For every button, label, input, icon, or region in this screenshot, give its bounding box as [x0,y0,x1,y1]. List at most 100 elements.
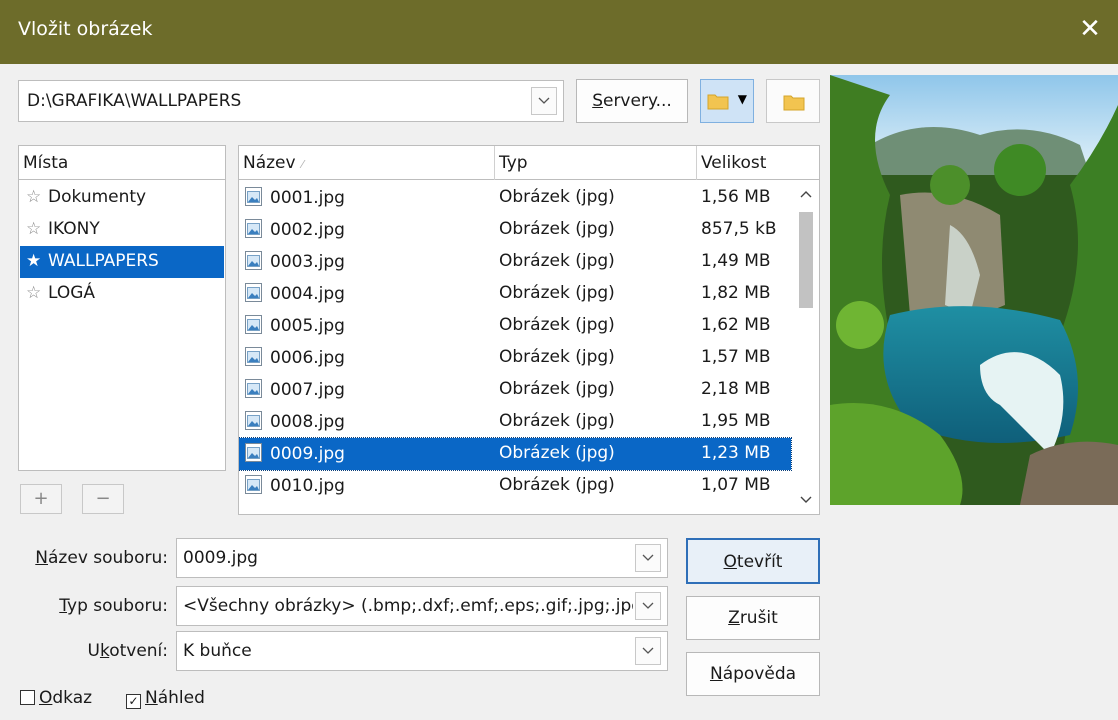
image-file-icon [245,219,262,238]
checkbox-checked-icon[interactable]: ✓ [126,694,141,709]
file-row[interactable]: 0008.jpg Obrázek (jpg) 1,95 MB [239,406,791,438]
new-folder-split-button[interactable]: ▼ [700,79,754,123]
file-name: 0003.jpg [270,252,345,272]
file-size-cell: 1,57 MB [701,347,771,367]
file-type-cell: Obrázek (jpg) [499,379,615,399]
file-name-cell: 0006.jpg [245,347,345,368]
help-button-rest: ápověda [722,664,797,684]
chevron-down-icon[interactable] [635,637,661,665]
star-outline-icon: ☆ [26,283,42,303]
scroll-up-icon[interactable] [793,184,819,208]
image-file-icon [245,315,262,334]
place-item-loga[interactable]: ☆ LOGÁ [20,278,224,310]
file-row[interactable]: 0007.jpg Obrázek (jpg) 2,18 MB [239,374,791,406]
anchor-label-prefix: U [87,641,100,661]
filetype-label-accel: T [59,596,68,616]
dropdown-arrow-icon[interactable]: ▼ [738,92,747,106]
help-button[interactable]: Nápověda [686,652,820,696]
file-row[interactable]: 0004.jpg Obrázek (jpg) 1,82 MB [239,278,791,310]
servers-button-rest: ervery... [602,91,672,111]
help-button-accel: N [709,664,723,684]
file-type-cell: Obrázek (jpg) [499,443,615,463]
column-name-label: Název [243,153,296,173]
places-panel: Místa ☆ Dokumenty ☆ IKONY ★ WALLPAPERS ☆ LOG… [18,145,226,471]
image-file-icon [245,411,262,430]
file-name: 0007.jpg [270,380,345,400]
file-row[interactable]: 0001.jpg Obrázek (jpg) 1,56 MB [239,182,791,214]
place-label: Dokumenty [48,187,147,207]
file-size-cell: 1,56 MB [701,187,771,207]
anchor-value[interactable]: K buňce [183,641,633,661]
file-name: 0005.jpg [270,316,345,336]
vertical-scrollbar[interactable] [793,180,819,514]
file-list-header: Název ⁄ Typ Velikost [239,146,819,180]
filename-value[interactable]: 0009.jpg [183,548,633,568]
file-name: 0002.jpg [270,220,345,240]
file-row[interactable]: 0009.jpg Obrázek (jpg) 1,23 MB [239,437,792,471]
servers-button[interactable]: Servery... [576,79,688,123]
path-combobox[interactable]: D:\GRAFIKA\WALLPAPERS [18,80,564,122]
chevron-down-icon[interactable] [635,592,661,620]
preview-image [830,75,1118,505]
file-name-cell: 0002.jpg [245,219,345,240]
link-checkbox[interactable]: Odkaz [20,688,92,708]
file-size-cell: 1,49 MB [701,251,771,271]
open-button[interactable]: Otevřít [686,538,820,584]
file-list[interactable]: Název ⁄ Typ Velikost 0001.jpg Obrázek (jpg… [238,145,820,515]
file-size-cell: 1,82 MB [701,283,771,303]
image-preview [830,75,1118,505]
file-type-cell: Obrázek (jpg) [499,315,615,335]
file-name-cell: 0001.jpg [245,187,345,208]
path-value[interactable]: D:\GRAFIKA\WALLPAPERS [27,91,241,111]
column-header-name[interactable]: Název ⁄ [239,146,495,180]
file-size-cell: 2,18 MB [701,379,771,399]
file-type-cell: Obrázek (jpg) [499,283,615,303]
chevron-down-icon[interactable] [531,87,557,115]
cancel-button[interactable]: Zrušit [686,596,820,640]
filename-label-accel: N [35,548,49,568]
file-name: 0010.jpg [270,476,345,496]
place-label: WALLPAPERS [48,251,159,271]
filetype-value[interactable]: <Všechny obrázky> (.bmp;.dxf;.emf;.eps;.… [183,596,633,616]
file-row[interactable]: 0010.jpg Obrázek (jpg) 1,07 MB [239,470,791,502]
file-name-cell: 0009.jpg [245,443,345,464]
create-folder-button[interactable] [766,79,820,123]
anchor-label-rest: otvení: [109,641,168,661]
place-item-dokumenty[interactable]: ☆ Dokumenty [20,182,224,214]
window-title: Vložit obrázek [18,18,153,40]
file-size-cell: 1,62 MB [701,315,771,335]
filename-field[interactable]: 0009.jpg [176,538,668,578]
filetype-label-rest: yp souboru: [67,596,168,616]
file-name-cell: 0008.jpg [245,411,345,432]
cancel-button-accel: Z [728,608,740,628]
file-size-cell: 1,95 MB [701,411,771,431]
close-icon[interactable]: ✕ [1074,14,1106,46]
place-item-wallpapers[interactable]: ★ WALLPAPERS [20,246,224,278]
file-name-cell: 0004.jpg [245,283,345,304]
anchor-select[interactable]: K buňce [176,631,668,671]
file-size-cell: 857,5 kB [701,219,777,239]
file-row[interactable]: 0003.jpg Obrázek (jpg) 1,49 MB [239,246,791,278]
file-size-cell: 1,07 MB [701,475,771,495]
preview-checkbox-accel: N [145,688,158,708]
column-header-type[interactable]: Typ [495,146,697,180]
file-type-cell: Obrázek (jpg) [499,187,615,207]
preview-checkbox[interactable]: ✓ Náhled [126,688,205,709]
remove-place-button[interactable]: − [82,484,124,514]
file-row[interactable]: 0005.jpg Obrázek (jpg) 1,62 MB [239,310,791,342]
column-header-size[interactable]: Velikost [697,146,819,180]
checkbox-unchecked-icon[interactable] [20,690,35,705]
file-row[interactable]: 0002.jpg Obrázek (jpg) 857,5 kB [239,214,791,246]
place-item-ikony[interactable]: ☆ IKONY [20,214,224,246]
filetype-select[interactable]: <Všechny obrázky> (.bmp;.dxf;.emf;.eps;.… [176,586,668,626]
file-name-cell: 0007.jpg [245,379,345,400]
chevron-down-icon[interactable] [635,544,661,572]
scroll-down-icon[interactable] [793,488,819,512]
open-button-accel: O [723,552,737,572]
file-name-cell: 0010.jpg [245,475,345,496]
servers-button-accel: S [592,91,603,111]
file-row[interactable]: 0006.jpg Obrázek (jpg) 1,57 MB [239,342,791,374]
image-file-icon [245,443,262,462]
add-place-button[interactable]: + [20,484,62,514]
scrollbar-thumb[interactable] [799,212,813,308]
